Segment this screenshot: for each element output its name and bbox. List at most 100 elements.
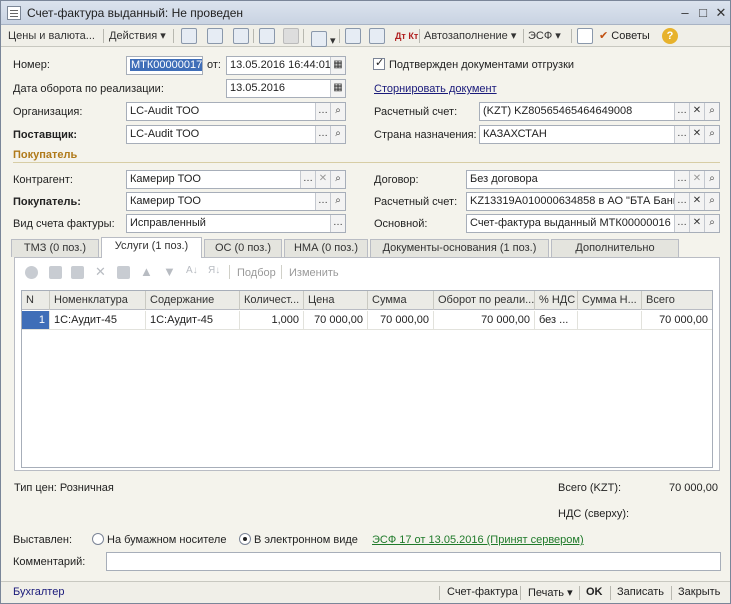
- select-icon[interactable]: …: [330, 215, 345, 232]
- row-total[interactable]: 70 000,00: [642, 311, 712, 330]
- search-icon[interactable]: ⌕: [704, 171, 719, 188]
- prices-currency-button[interactable]: Цены и валюта...: [8, 28, 95, 44]
- column-header[interactable]: Количест...: [240, 291, 304, 310]
- select-items-button[interactable]: Подбор: [237, 267, 276, 279]
- invoice-print-button[interactable]: Счет-фактура: [447, 586, 518, 598]
- clear-icon[interactable]: ✕: [689, 126, 704, 143]
- row-content[interactable]: 1С:Аудит-45: [146, 311, 240, 330]
- comment-field[interactable]: [106, 552, 721, 571]
- date-field[interactable]: 13.05.2016 16:44:01 ▦: [226, 56, 346, 75]
- calendar-icon[interactable]: ▦: [330, 57, 345, 74]
- buyer-account-field[interactable]: KZ13319A010000634858 в АО "БТА Банк" … ✕…: [466, 192, 720, 211]
- search-icon[interactable]: ⌕: [704, 193, 719, 210]
- copy-row-icon[interactable]: [49, 266, 62, 279]
- change-button[interactable]: Изменить: [289, 267, 339, 279]
- country-field[interactable]: КАЗАХСТАН … ✕ ⌕: [479, 125, 720, 144]
- actions-menu-button[interactable]: Действия ▾: [109, 28, 166, 44]
- invoice-type-field[interactable]: Исправленный …: [126, 214, 346, 233]
- tab-tmz[interactable]: ТМЗ (0 поз.): [11, 239, 99, 257]
- tab-nma[interactable]: НМА (0 поз.): [284, 239, 368, 257]
- turnover-date-field[interactable]: 13.05.2016 ▦: [226, 79, 346, 98]
- select-icon[interactable]: …: [674, 126, 689, 143]
- confirmed-checkbox[interactable]: ✓: [373, 57, 385, 70]
- sort-asc-icon[interactable]: А↓: [186, 265, 198, 276]
- delete-document-icon[interactable]: [283, 28, 299, 44]
- tab-additional[interactable]: Дополнительно: [551, 239, 679, 257]
- row-sum[interactable]: 70 000,00: [368, 311, 434, 330]
- organization-field[interactable]: LC-Audit ТОО … ⌕: [126, 102, 346, 121]
- basis-field[interactable]: Счет-фактура выданный МТК00000016 от … ✕…: [466, 214, 720, 233]
- row-nomenclature[interactable]: 1С:Аудит-45: [50, 311, 146, 330]
- tab-os[interactable]: ОС (0 поз.): [204, 239, 282, 257]
- storno-link[interactable]: Сторнировать документ: [374, 83, 497, 95]
- row-number[interactable]: 1: [22, 311, 50, 330]
- select-icon[interactable]: …: [300, 171, 315, 188]
- move-down-icon[interactable]: ▼: [163, 264, 176, 279]
- search-icon[interactable]: ⌕: [704, 103, 719, 120]
- help-icon[interactable]: ?: [662, 28, 678, 44]
- delete-row-icon[interactable]: ✕: [95, 264, 106, 280]
- accountant-link[interactable]: Бухгалтер: [13, 586, 64, 598]
- buyer-field[interactable]: Камерир ТОО … ⌕: [126, 192, 346, 211]
- clear-icon[interactable]: ✕: [689, 215, 704, 232]
- print-form-icon[interactable]: [577, 28, 593, 44]
- select-icon[interactable]: …: [315, 103, 330, 120]
- column-header[interactable]: % НДС: [535, 291, 578, 310]
- column-header[interactable]: N: [22, 291, 50, 310]
- save-button[interactable]: Записать: [617, 586, 664, 598]
- edit-row-icon[interactable]: [71, 266, 84, 279]
- column-header[interactable]: Номенклатура: [50, 291, 146, 310]
- row-turnover[interactable]: 70 000,00: [434, 311, 535, 330]
- supplier-field[interactable]: LC-Audit ТОО … ⌕: [126, 125, 346, 144]
- account-field[interactable]: (KZT) KZ80565465464649008 … ✕ ⌕: [479, 102, 720, 121]
- post-document-icon[interactable]: [181, 28, 197, 44]
- select-icon[interactable]: …: [674, 193, 689, 210]
- search-icon[interactable]: ⌕: [704, 126, 719, 143]
- row-vat-rate[interactable]: без ...: [535, 311, 578, 330]
- paper-radio[interactable]: [92, 533, 104, 545]
- autofill-menu-button[interactable]: Автозаполнение ▾: [424, 28, 516, 44]
- calendar-icon[interactable]: ▦: [330, 80, 345, 97]
- ok-button[interactable]: OK: [586, 586, 603, 598]
- based-on-menu[interactable]: ▾: [311, 28, 336, 47]
- column-header[interactable]: Содержание: [146, 291, 240, 310]
- move-up-icon[interactable]: ▲: [140, 264, 153, 279]
- search-icon[interactable]: ⌕: [704, 215, 719, 232]
- column-header[interactable]: Сумма: [368, 291, 434, 310]
- row-price[interactable]: 70 000,00: [304, 311, 368, 330]
- search-icon[interactable]: ⌕: [330, 193, 345, 210]
- column-header[interactable]: Сумма Н...: [578, 291, 642, 310]
- contract-field[interactable]: Без договора … ✕ ⌕: [466, 170, 720, 189]
- number-field[interactable]: МТК00000017: [126, 56, 203, 75]
- structure-icon[interactable]: [345, 28, 361, 44]
- search-icon[interactable]: ⌕: [330, 126, 345, 143]
- tips-button[interactable]: ✔ Советы: [599, 28, 650, 44]
- sort-desc-icon[interactable]: Я↓: [208, 265, 220, 276]
- column-header[interactable]: Цена: [304, 291, 368, 310]
- column-header[interactable]: Всего: [642, 291, 712, 310]
- table-row[interactable]: 1 1С:Аудит-45 1С:Аудит-45 1,000 70 000,0…: [22, 311, 712, 330]
- contractor-field[interactable]: Камерир ТОО … ✕ ⌕: [126, 170, 346, 189]
- select-icon[interactable]: …: [674, 103, 689, 120]
- select-icon[interactable]: …: [315, 193, 330, 210]
- row-quantity[interactable]: 1,000: [240, 311, 304, 330]
- print-menu-button[interactable]: Печать ▾: [528, 586, 573, 599]
- dt-kt-icon[interactable]: Дт Кт: [395, 28, 418, 44]
- electronic-radio[interactable]: [239, 533, 251, 545]
- close-button[interactable]: Закрыть: [678, 586, 720, 598]
- esf-menu-button[interactable]: ЭСФ ▾: [528, 28, 561, 44]
- clear-icon[interactable]: ✕: [689, 103, 704, 120]
- close-icon[interactable]: ✕: [713, 5, 729, 21]
- maximize-icon[interactable]: □: [695, 5, 711, 21]
- search-icon[interactable]: ⌕: [330, 171, 345, 188]
- tab-base-documents[interactable]: Документы-основания (1 поз.): [370, 239, 549, 257]
- select-icon[interactable]: …: [674, 171, 689, 188]
- add-row-icon[interactable]: [25, 266, 38, 279]
- refresh-icon[interactable]: [207, 28, 223, 44]
- select-icon[interactable]: …: [674, 215, 689, 232]
- select-icon[interactable]: …: [315, 126, 330, 143]
- column-header[interactable]: Оборот по реали...: [434, 291, 535, 310]
- clear-icon[interactable]: ✕: [689, 193, 704, 210]
- copy-document-icon[interactable]: [259, 28, 275, 44]
- minimize-icon[interactable]: –: [677, 5, 693, 21]
